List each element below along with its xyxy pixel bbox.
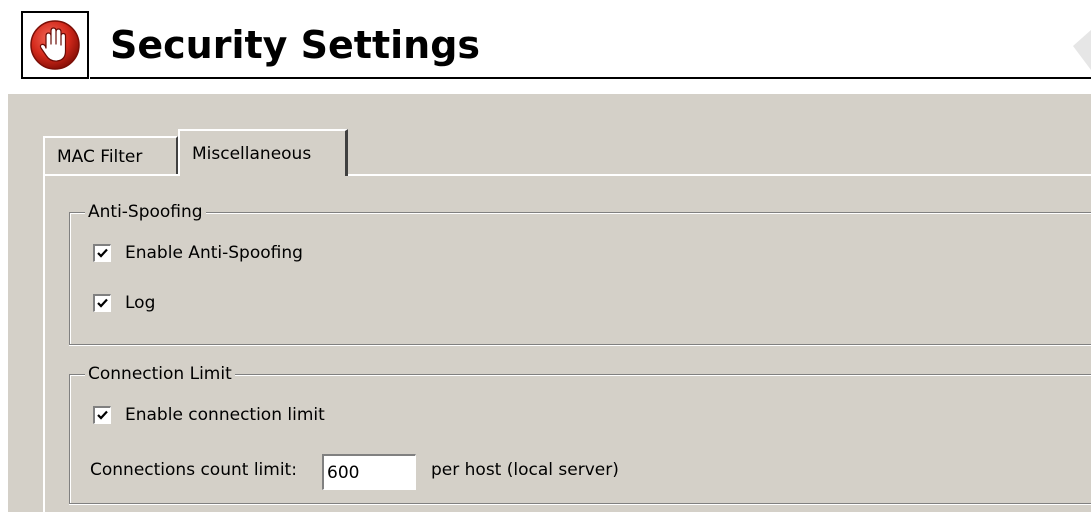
title-divider	[90, 77, 1091, 79]
tab-label: Miscellaneous	[192, 144, 312, 164]
group-legend: Anti-Spoofing	[85, 200, 206, 224]
per-host-label: per host (local server)	[431, 460, 619, 480]
enable-anti-spoofing-label: Enable Anti-Spoofing	[125, 243, 303, 263]
header: Security Settings	[0, 0, 1091, 86]
enable-anti-spoofing-checkbox[interactable]	[93, 244, 111, 262]
log-label: Log	[125, 293, 156, 313]
connection-limit-group: Connection Limit Enable connection limit…	[69, 362, 1091, 504]
tab-mac-filter[interactable]: MAC Filter	[43, 136, 178, 174]
log-checkbox[interactable]	[93, 294, 111, 312]
connections-count-input[interactable]	[322, 454, 416, 490]
group-legend: Connection Limit	[85, 362, 235, 386]
checkmark-icon	[97, 410, 108, 420]
connections-count-label: Connections count limit:	[90, 460, 297, 480]
enable-connection-limit-label: Enable connection limit	[125, 405, 325, 425]
stop-hand-icon	[30, 20, 80, 70]
tab-label: MAC Filter	[57, 147, 143, 167]
checkmark-icon	[97, 248, 108, 258]
tab-miscellaneous[interactable]: Miscellaneous	[178, 129, 348, 176]
anti-spoofing-group: Anti-Spoofing Enable Anti-Spoofing Log	[69, 200, 1091, 345]
app-icon-frame	[21, 11, 89, 79]
checkmark-icon	[97, 298, 108, 308]
page-title: Security Settings	[110, 23, 481, 67]
corner-decoration	[1073, 30, 1091, 70]
enable-connection-limit-checkbox[interactable]	[93, 406, 111, 424]
